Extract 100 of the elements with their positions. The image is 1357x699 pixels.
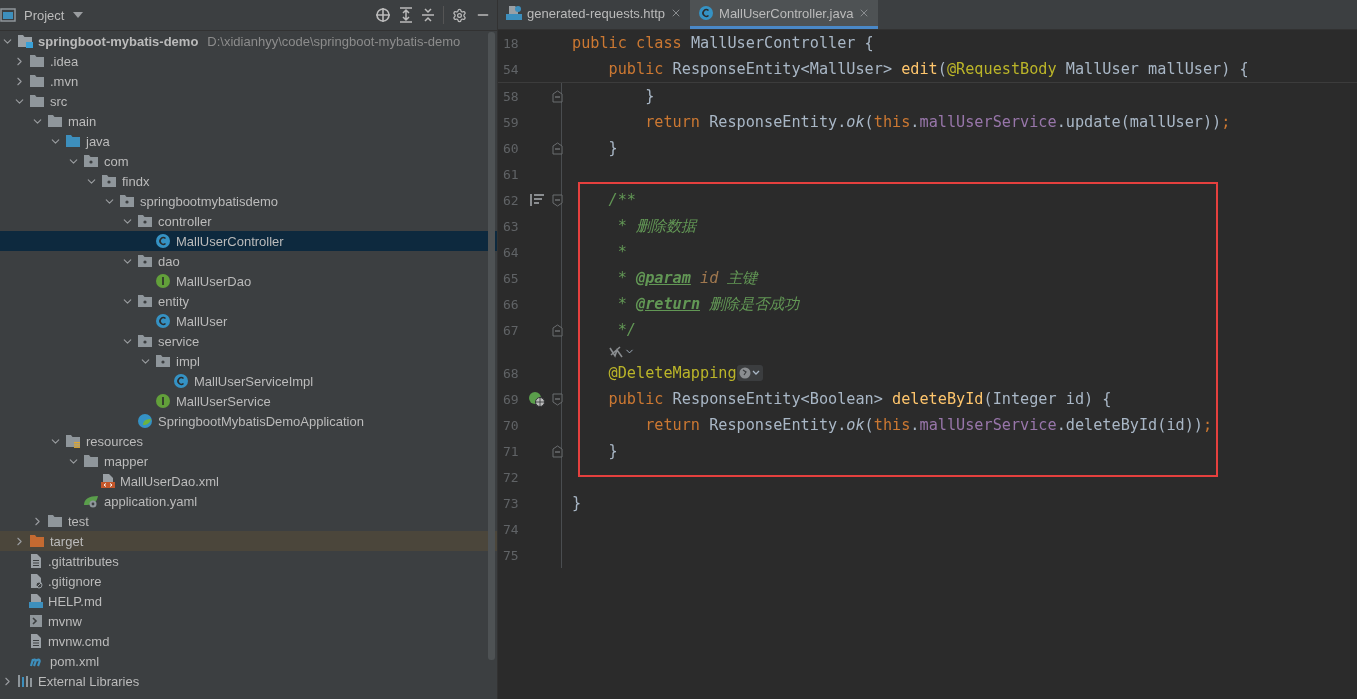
code-line: */ [616, 321, 636, 339]
tree-item[interactable]: resources [0, 431, 497, 451]
line-number: 62 [502, 192, 520, 208]
folder-icon [83, 454, 99, 468]
tree-item[interactable]: External Libraries [0, 671, 497, 691]
tree-item-label: pom.xml [50, 653, 100, 669]
tree-item[interactable]: .gitignore [0, 571, 497, 591]
line-number: 60 [502, 140, 520, 156]
package-icon [137, 214, 153, 228]
code-line: } [644, 87, 655, 105]
tree-item[interactable]: src [0, 91, 497, 111]
code-line: public ResponseEntity<MallUser> edit(@RequestBody MallUser mallUser) { [607, 60, 1249, 78]
tree-item[interactable]: target [0, 531, 497, 551]
line-number: 73 [502, 495, 520, 511]
fold-marker-icon[interactable] [551, 89, 563, 103]
crosshair-icon[interactable] [375, 7, 391, 23]
tree-item-label: main [68, 113, 97, 129]
render-doc-icon[interactable] [529, 193, 545, 207]
tab-label: MallUserController.java [719, 5, 854, 21]
tree-item[interactable]: HELP.md [0, 591, 497, 611]
tree-item[interactable]: service [0, 331, 497, 351]
tree-item[interactable]: mvnw.cmd [0, 631, 497, 651]
interface-icon [155, 273, 171, 289]
tree-item[interactable]: java [0, 131, 497, 151]
fold-marker-icon[interactable] [551, 444, 563, 458]
text-file-icon [29, 553, 43, 569]
tree-item-label: .mvn [50, 73, 79, 89]
tree-item[interactable]: findx [0, 171, 497, 191]
line-number: 58 [502, 88, 520, 104]
editor-tab[interactable]: generated-requests.http [498, 0, 691, 29]
panel-title[interactable]: Project [24, 7, 65, 23]
line-number: 67 [502, 322, 520, 338]
tree-item[interactable]: MallUserService [0, 391, 497, 411]
scrollbar-thumb[interactable] [488, 32, 495, 660]
tree-item-label: service [158, 333, 200, 349]
package-icon [155, 354, 171, 368]
tree-item-label: application.yaml [104, 493, 198, 509]
tree-item[interactable]: MallUserController [0, 231, 497, 251]
xml-file-icon [101, 473, 115, 489]
code-line: @DeleteMapping [607, 364, 737, 382]
interface-icon [155, 393, 171, 409]
endpoint-inlay-icon[interactable] [736, 365, 763, 381]
tree-item[interactable]: springbootmybatisdemo [0, 191, 497, 211]
line-number: 75 [502, 547, 520, 563]
code-line: } [572, 494, 582, 512]
tree-item[interactable]: main [0, 111, 497, 131]
code-line: * @param id 主键 [616, 267, 758, 289]
tree-item[interactable]: mapper [0, 451, 497, 471]
tree-item[interactable]: impl [0, 351, 497, 371]
tree-item[interactable]: pom.xml [0, 651, 497, 671]
inlay-hint-icon[interactable] [608, 344, 624, 359]
text-file-icon [29, 633, 43, 649]
tree-item[interactable]: MallUser [0, 311, 497, 331]
tree-item[interactable]: com [0, 151, 497, 171]
libraries-icon [17, 674, 33, 688]
package-icon [119, 194, 135, 208]
line-number: 72 [502, 469, 520, 485]
class-icon [173, 373, 189, 389]
tree-item[interactable]: .idea [0, 51, 497, 71]
package-icon [137, 254, 153, 268]
tree-item[interactable]: controller [0, 211, 497, 231]
fold-marker-icon[interactable] [551, 323, 563, 337]
endpoint-globe-icon[interactable] [528, 391, 546, 407]
fold-marker-icon[interactable] [551, 392, 563, 406]
folder-icon [47, 514, 63, 528]
code-line: return ResponseEntity.ok(this.mallUserService.deleteById(id)); [644, 416, 1213, 434]
tree-item-label: entity [158, 293, 190, 309]
tree-item[interactable]: springboot-mybatis-demo D:\xidianhyy\code\springboot-mybatis-demo [0, 31, 497, 51]
tree-item-label: mvnw [48, 613, 82, 629]
tree-item-label: mapper [104, 453, 149, 469]
tree-item[interactable]: test [0, 511, 497, 531]
settings-icon[interactable] [452, 7, 467, 23]
tree-item[interactable]: MallUserDao [0, 271, 497, 291]
tree-item-label: springboot-mybatis-demo [38, 33, 199, 49]
dropdown-caret-icon[interactable] [72, 11, 85, 19]
tree-item[interactable]: mvnw [0, 611, 497, 631]
tree-item-label: mvnw.cmd [48, 633, 110, 649]
spring-class-icon [137, 413, 153, 429]
tree-item-label: MallUserService [176, 393, 271, 409]
code-line: public ResponseEntity<Boolean> deleteById(Integer id) { [607, 390, 1112, 408]
editor-tab[interactable]: MallUserController.java [690, 0, 879, 29]
package-icon [101, 174, 117, 188]
tree-item[interactable]: .mvn [0, 71, 497, 91]
class-icon [698, 5, 715, 21]
expand-all-icon[interactable] [399, 7, 413, 23]
tree-item-label: MallUserController [176, 233, 284, 249]
tree-item[interactable]: application.yaml [0, 491, 497, 511]
tree-item[interactable]: .gitattributes [0, 551, 497, 571]
collapse-all-icon[interactable] [421, 7, 435, 23]
tree-item-label: SpringbootMybatisDemoApplication [158, 413, 364, 429]
tree-item[interactable]: MallUserServiceImpl [0, 371, 497, 391]
tree-item[interactable]: dao [0, 251, 497, 271]
tree-item-label: MallUserDao [176, 273, 252, 289]
tree-item[interactable]: MallUserDao.xml [0, 471, 497, 491]
line-number: 54 [502, 61, 520, 77]
fold-marker-icon[interactable] [551, 141, 563, 155]
tree-item-label: .gitignore [48, 573, 102, 589]
tree-item[interactable]: entity [0, 291, 497, 311]
fold-marker-icon[interactable] [551, 193, 563, 207]
tree-item[interactable]: SpringbootMybatisDemoApplication [0, 411, 497, 431]
